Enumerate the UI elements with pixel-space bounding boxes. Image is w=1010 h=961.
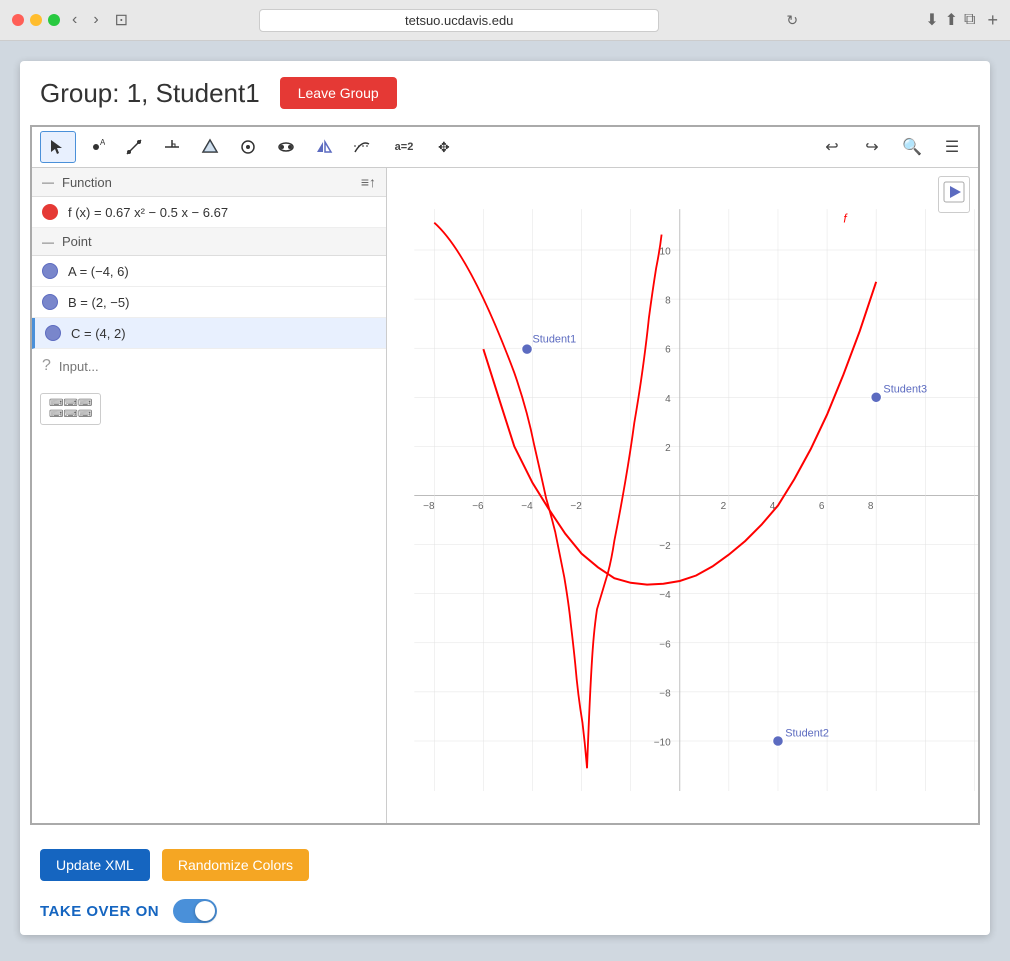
group-title: Group: 1, Student1 [40,78,260,109]
reflect-tool-button[interactable] [306,131,342,163]
point-a-item[interactable]: A = (−4, 6) [32,256,386,287]
function-section-button[interactable]: ≡↑ [361,174,376,190]
select-tool-button[interactable] [40,131,76,163]
svg-text:−4: −4 [659,590,671,601]
bottom-controls: Update XML Randomize Colors [20,835,990,895]
ggb-main: — Function ≡↑ f (x) = 0.67 x² − 0.5 x − … [32,168,978,823]
help-icon: ? [42,357,51,375]
traffic-lights [12,14,60,26]
student1-label: Student1 [532,334,576,346]
svg-text:−2: −2 [570,501,582,512]
share-button[interactable]: ⬆ [945,10,958,30]
student3-label: Student3 [883,384,927,396]
app-header: Group: 1, Student1 Leave Group [20,61,990,125]
ellipse-tool-button[interactable] [268,131,304,163]
browser-chrome: ‹ › ⊡ tetsuo.ucdavis.edu ↻ ⬇ ⬆ ⧉ + [0,0,1010,41]
algebra-input[interactable] [59,359,376,374]
svg-text:−6: −6 [472,501,484,512]
function-item[interactable]: f (x) = 0.67 x² − 0.5 x − 6.67 [32,197,386,228]
function-collapse-icon[interactable]: — [42,175,54,189]
svg-text:−2: −2 [659,541,671,552]
student3-point [871,392,882,403]
svg-text:2: 2 [665,443,671,454]
svg-text:A: A [100,138,105,147]
line-tool-button[interactable] [116,131,152,163]
url-bar[interactable]: tetsuo.ucdavis.edu [259,9,659,32]
svg-text:6: 6 [819,501,825,512]
toolbar-right: ↩ ↪ 🔍 ☰ [814,131,970,163]
svg-text:−10: −10 [654,738,671,749]
close-traffic-light[interactable] [12,14,24,26]
svg-text:6: 6 [665,345,671,356]
point-section-label: Point [62,234,92,249]
point-c-label: C = (4, 2) [71,326,126,341]
tab-overview-button[interactable]: ⧉ [964,10,975,30]
svg-text:−6: −6 [659,639,671,650]
sidebar-bottom: ⌨⌨⌨⌨⌨⌨ [32,383,386,433]
reload-button[interactable]: ↻ [786,12,798,29]
back-button[interactable]: ‹ [68,9,81,31]
point-c-item[interactable]: C = (4, 2) [32,318,386,349]
svg-text:2: 2 [721,501,727,512]
input-row: ? [32,349,386,383]
tangent-tool-button[interactable] [344,131,380,163]
function-expression: f (x) = 0.67 x² − 0.5 x − 6.67 [68,205,228,220]
svg-text:4: 4 [665,394,671,405]
new-tab-button[interactable]: + [987,10,998,31]
keyboard-button[interactable]: ⌨⌨⌨⌨⌨⌨ [40,393,101,425]
graph-area[interactable]: −8 −6 −4 −2 2 4 6 8 10 8 6 4 2 [387,168,978,823]
function-dot [42,204,58,220]
download-button[interactable]: ⬇ [925,10,938,30]
svg-text:−8: −8 [423,501,435,512]
take-over-row: TAKE OVER ON [20,895,990,935]
forward-button[interactable]: › [89,9,102,31]
minimize-traffic-light[interactable] [30,14,42,26]
point-c-dot [45,325,61,341]
svg-text:−8: −8 [659,688,671,699]
student1-point [522,344,533,355]
point-collapse-icon[interactable]: — [42,235,54,249]
algebra-sidebar: — Function ≡↑ f (x) = 0.67 x² − 0.5 x − … [32,168,387,823]
polygon-tool-button[interactable] [192,131,228,163]
inputbox-tool-button[interactable]: a=2 [382,131,426,163]
graph-svg: −8 −6 −4 −2 2 4 6 8 10 8 6 4 2 [387,168,978,823]
leave-group-button[interactable]: Leave Group [280,77,397,109]
animation-button[interactable] [938,176,970,213]
take-over-toggle[interactable] [173,899,217,923]
menu-button[interactable]: ☰ [934,131,970,163]
undo-button[interactable]: ↩ [814,131,850,163]
point-a-dot [42,263,58,279]
maximize-traffic-light[interactable] [48,14,60,26]
svg-text:✥: ✥ [438,139,450,155]
svg-text:10: 10 [660,247,672,258]
student2-point [773,736,784,747]
redo-button[interactable]: ↪ [854,131,890,163]
app-window: Group: 1, Student1 Leave Group A [20,61,990,935]
function-section-header: — Function ≡↑ [32,168,386,197]
ggb-container: A [30,125,980,825]
circle-tool-button[interactable] [230,131,266,163]
perp-tool-button[interactable] [154,131,190,163]
point-b-label: B = (2, −5) [68,295,129,310]
randomize-colors-button[interactable]: Randomize Colors [162,849,309,881]
svg-text:8: 8 [868,501,874,512]
search-button[interactable]: 🔍 [894,131,930,163]
student2-label: Student2 [785,727,829,739]
reader-view-button[interactable]: ⊡ [111,8,132,32]
toolbar: A [32,127,978,168]
main-container: Group: 1, Student1 Leave Group A [0,41,1010,961]
take-over-label: TAKE OVER ON [40,903,159,920]
toggle-thumb [195,901,215,921]
move-tool-button[interactable]: ✥ [428,131,464,163]
update-xml-button[interactable]: Update XML [40,849,150,881]
function-section-label: Function [62,175,112,190]
point-section-header: — Point [32,228,386,256]
point-b-item[interactable]: B = (2, −5) [32,287,386,318]
svg-text:−4: −4 [521,501,533,512]
point-b-dot [42,294,58,310]
point-tool-button[interactable]: A [78,131,114,163]
svg-text:8: 8 [665,296,671,307]
point-a-label: A = (−4, 6) [68,264,129,279]
browser-actions: ⬇ ⬆ ⧉ [925,10,975,30]
